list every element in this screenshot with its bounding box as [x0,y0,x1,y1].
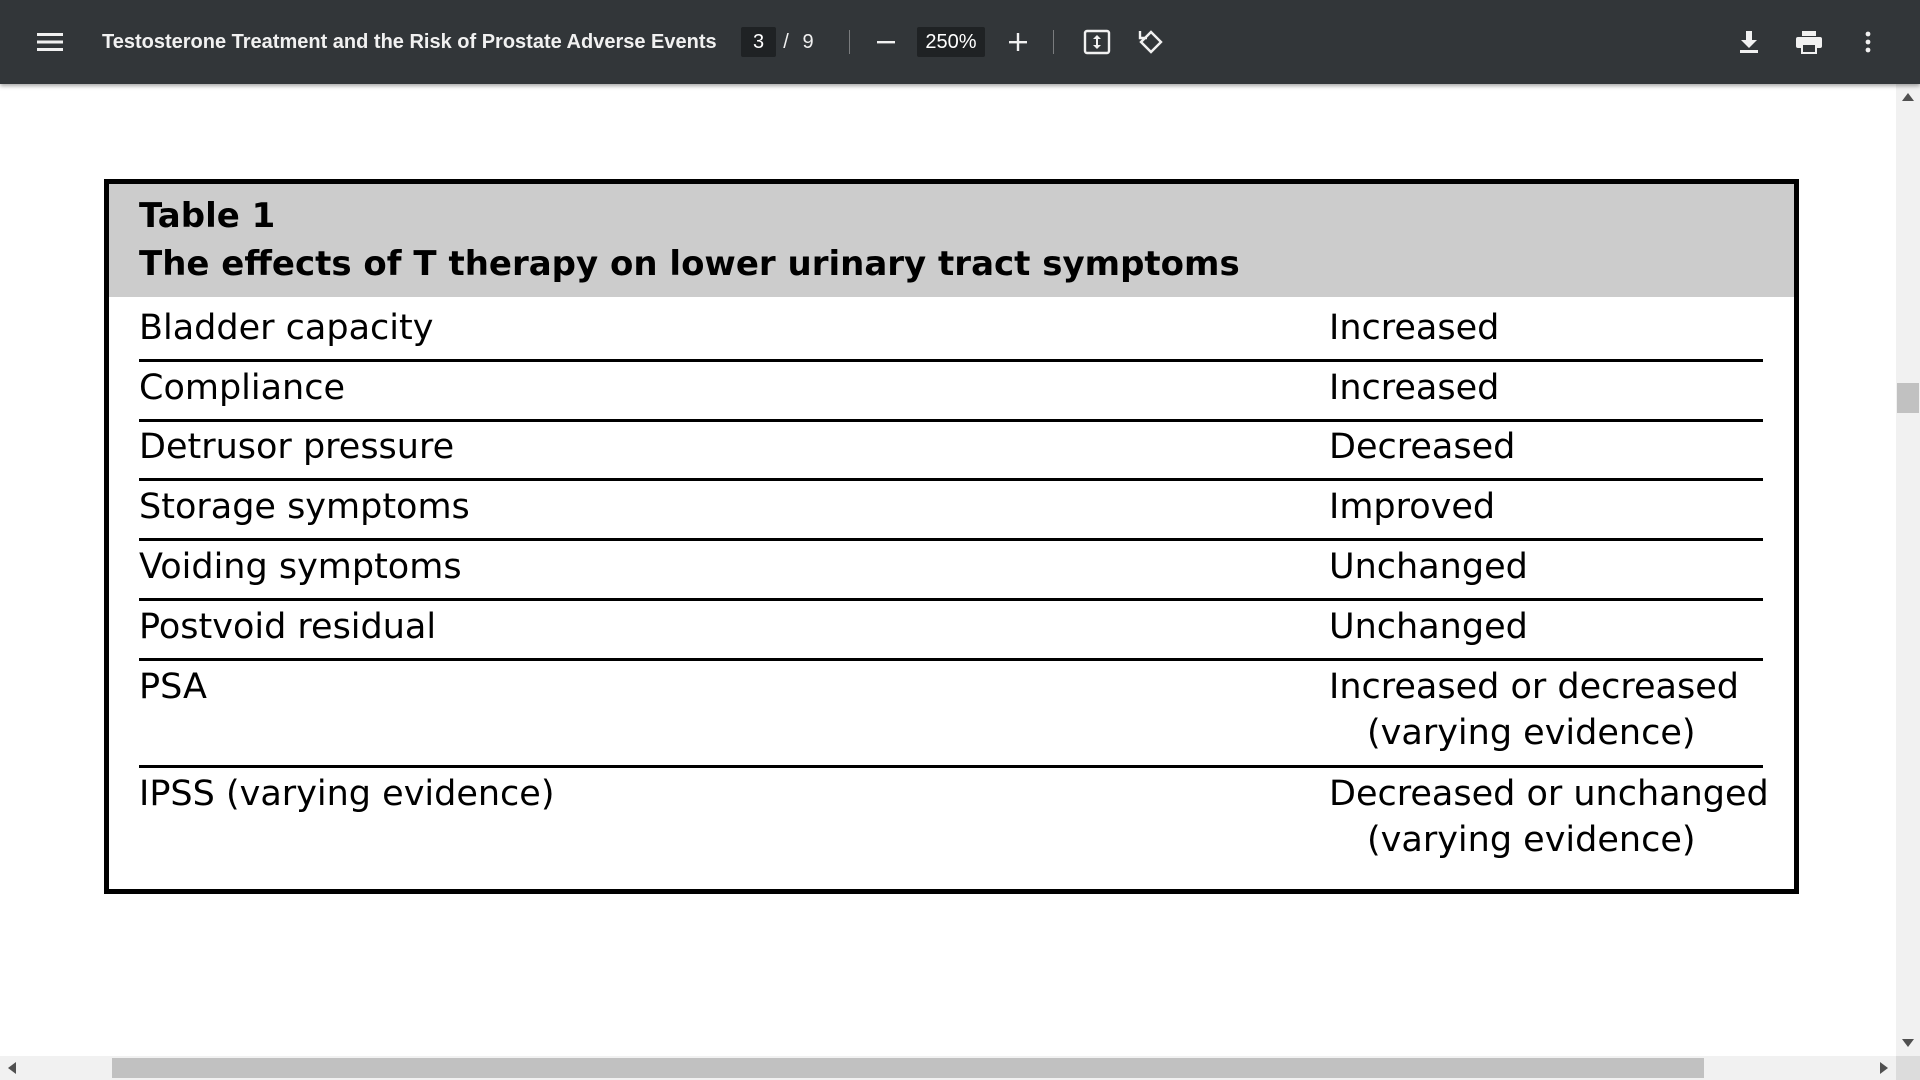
scroll-down-arrow-icon[interactable] [1902,1039,1914,1047]
minus-icon [877,41,895,44]
page-separator: / [783,30,789,53]
table-label: Table 1 [139,196,276,236]
rotate-icon [1138,30,1163,54]
row-effect: Unchanged [1329,607,1528,647]
document-title: Testosterone Treatment and the Risk of P… [102,30,717,53]
scrollbar-corner [1896,1056,1920,1080]
scroll-up-arrow-icon[interactable] [1902,93,1914,101]
zoom-in-button[interactable] [998,22,1038,62]
table-row: Detrusor pressure Decreased [139,424,1763,481]
more-options-button[interactable] [1848,22,1888,62]
row-rule [139,658,1763,661]
scroll-right-arrow-icon[interactable] [1880,1062,1888,1074]
table-1: Table 1 The effects of T therapy on lowe… [104,179,1799,894]
row-parameter: Bladder capacity [139,308,434,348]
fit-to-page-icon [1083,29,1111,55]
document-viewport[interactable]: Table 1 The effects of T therapy on lowe… [0,84,1896,1056]
pdf-toolbar: Testosterone Treatment and the Risk of P… [0,0,1920,84]
row-rule [139,359,1763,362]
page-number-input[interactable]: 3 [741,27,776,57]
row-effect: Increased [1329,308,1500,348]
table-row: PSA Increased or decreased (varying evid… [139,664,1763,768]
row-rule [139,598,1763,601]
toolbar-divider [849,30,850,54]
row-rule [139,765,1763,768]
row-effect: Increased or decreased (varying evidence… [1329,664,1739,756]
row-effect: Unchanged [1329,547,1528,587]
table-row: Storage symptoms Improved [139,484,1763,541]
row-parameter: Compliance [139,368,346,408]
row-rule [139,478,1763,481]
row-effect-line2: (varying evidence) [1367,820,1696,860]
row-parameter: Postvoid residual [139,607,437,647]
vertical-scroll-thumb[interactable] [1897,383,1919,413]
horizontal-scroll-thumb[interactable] [112,1058,1704,1078]
row-effect-line1: Increased or decreased [1329,667,1739,707]
print-button[interactable] [1789,22,1829,62]
row-rule [139,419,1763,422]
row-effect: Increased [1329,368,1500,408]
table-row: Compliance Increased [139,365,1763,422]
row-parameter: PSA [139,667,207,707]
row-parameter: Storage symptoms [139,487,470,527]
row-parameter: Detrusor pressure [139,427,455,467]
zoom-level-input[interactable]: 250% [917,27,985,57]
more-vertical-icon [1865,31,1871,53]
download-icon [1740,31,1758,53]
table-caption: The effects of T therapy on lower urinar… [139,244,1240,284]
table-row: Voiding symptoms Unchanged [139,544,1763,601]
table-row: Postvoid residual Unchanged [139,604,1763,661]
row-effect-line1: Decreased or unchanged [1329,774,1769,814]
table-header: Table 1 The effects of T therapy on lowe… [109,184,1794,297]
vertical-scrollbar[interactable] [1896,84,1920,1056]
row-effect: Improved [1329,487,1496,527]
toolbar-divider [1053,30,1054,54]
row-rule [139,538,1763,541]
rotate-button[interactable] [1131,22,1171,62]
row-parameter: IPSS (varying evidence) [139,774,555,814]
print-icon [1796,31,1822,54]
row-effect: Decreased [1329,427,1516,467]
row-effect: Decreased or unchanged (varying evidence… [1329,771,1769,863]
download-button[interactable] [1729,22,1769,62]
table-row: IPSS (varying evidence) Decreased or unc… [139,771,1769,875]
row-parameter: Voiding symptoms [139,547,462,587]
row-effect-line2: (varying evidence) [1367,713,1696,753]
page-total: 9 [802,30,814,53]
fit-to-page-button[interactable] [1077,22,1117,62]
table-row: Bladder capacity Increased [139,305,1763,362]
scroll-left-arrow-icon[interactable] [8,1062,16,1074]
plus-icon [1009,33,1027,51]
menu-icon[interactable] [30,22,70,62]
zoom-out-button[interactable] [866,22,906,62]
